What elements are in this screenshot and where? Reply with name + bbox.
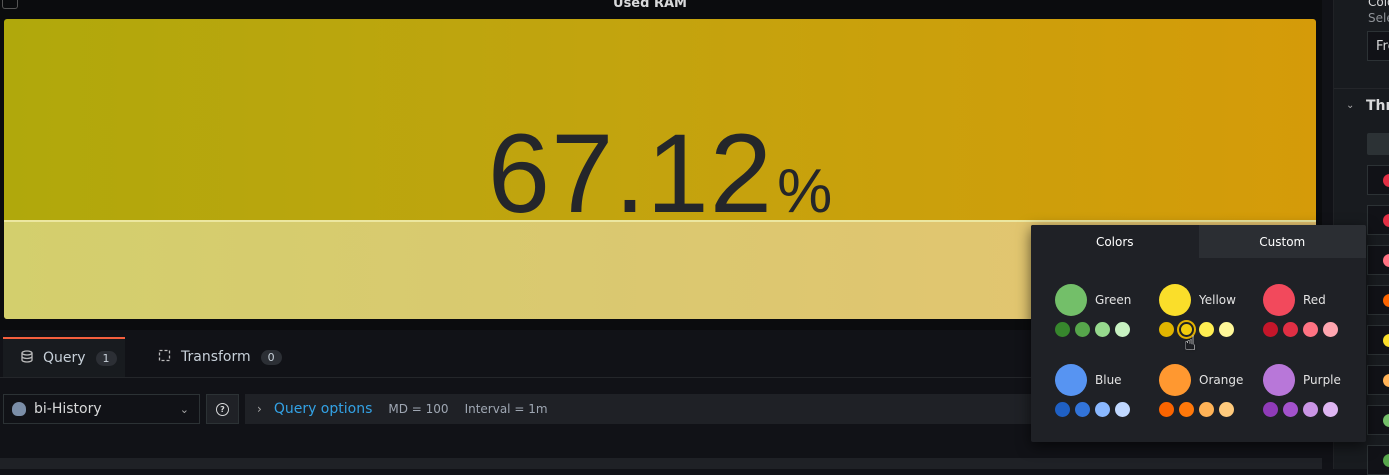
threshold-row[interactable] [1367,445,1389,475]
color-mode-select[interactable]: Fre [1367,31,1389,61]
tab-transform-count: 0 [260,349,282,365]
stat-value: 67.12% [4,109,1316,238]
threshold-row[interactable] [1367,205,1389,235]
color-picker-popover: Colors Custom Green Yellow Red Blue Orange Pu… [1031,225,1366,442]
color-shade-swatch[interactable] [1159,402,1174,417]
database-icon [21,349,33,367]
threshold-row[interactable] [1367,365,1389,395]
color-group-green: Green [1055,284,1165,344]
color-shade-swatch[interactable] [1095,402,1110,417]
color-shade-swatch[interactable] [1055,402,1070,417]
question-icon: ? [216,402,229,416]
color-shade-swatch[interactable] [1199,322,1214,337]
tab-colors[interactable]: Colors [1031,225,1199,258]
color-shade-swatch[interactable] [1303,322,1318,337]
threshold-color-swatch[interactable] [1383,414,1389,427]
tab-transform-label: Transform [181,349,251,365]
color-shade-swatch[interactable] [1323,402,1338,417]
tab-query-label: Query [43,350,86,366]
query-options-md: MD = 100 [388,402,449,416]
query-options-label: Query options [273,401,373,417]
threshold-row[interactable] [1367,285,1389,315]
query-editor-header [0,458,1322,469]
color-swatch-green[interactable] [1055,284,1087,316]
datasource-name: bi-History [34,401,102,417]
color-mode-label: Colo [1368,0,1389,9]
color-shade-swatch[interactable] [1303,402,1318,417]
threshold-color-swatch[interactable] [1383,174,1389,187]
tab-transform[interactable]: Transform 0 [158,337,282,377]
color-name-label: Yellow [1199,293,1236,307]
color-shade-swatch[interactable] [1323,322,1338,337]
stat-number: 67.12 [487,111,774,236]
chevron-down-icon: ⌄ [179,402,189,416]
transform-icon [158,349,171,366]
color-name-label: Red [1303,293,1326,307]
color-shade-swatch[interactable] [1219,322,1234,337]
color-shade-swatch[interactable] [1115,322,1130,337]
help-button[interactable]: ? [206,394,239,424]
threshold-color-swatch[interactable] [1383,374,1389,387]
color-shade-swatch[interactable] [1263,402,1278,417]
thresholds-divider [1334,88,1389,89]
chevron-down-icon[interactable]: ⌄ [1346,100,1354,111]
chevron-right-icon: › [257,402,262,416]
color-group-red: Red [1263,284,1366,344]
threshold-row[interactable] [1367,165,1389,195]
color-shade-swatch[interactable] [1283,402,1298,417]
color-name-label: Blue [1095,373,1122,387]
color-shade-swatch[interactable] [1199,402,1214,417]
color-shade-swatch[interactable] [1075,402,1090,417]
color-swatch-orange[interactable] [1159,364,1191,396]
threshold-row[interactable] [1367,405,1389,435]
stat-unit: % [777,157,833,226]
color-group-blue: Blue [1055,364,1165,424]
thresholds-title[interactable]: Thre [1366,98,1389,114]
tab-query[interactable]: Query 1 [3,337,125,377]
color-name-label: Green [1095,293,1132,307]
color-shade-swatch[interactable] [1159,322,1174,337]
color-group-yellow: Yellow [1159,284,1269,344]
threshold-color-swatch[interactable] [1383,294,1389,307]
color-shade-swatch[interactable] [1115,402,1130,417]
color-mode-desc: Sele [1368,11,1389,25]
color-swatch-yellow[interactable] [1159,284,1191,316]
color-shade-swatch[interactable] [1219,402,1234,417]
threshold-row[interactable] [1367,325,1389,355]
color-shade-swatch[interactable] [1263,322,1278,337]
postgres-icon [12,402,26,416]
color-shade-swatch[interactable] [1283,322,1298,337]
color-picker-tabs: Colors Custom [1031,225,1366,258]
query-options-interval: Interval = 1m [464,402,548,416]
threshold-color-swatch[interactable] [1383,254,1389,267]
threshold-color-swatch[interactable] [1383,454,1389,467]
add-threshold-button[interactable] [1367,133,1389,155]
color-shade-swatch[interactable] [1095,322,1110,337]
threshold-color-swatch[interactable] [1383,214,1389,227]
color-swatch-blue[interactable] [1055,364,1087,396]
color-group-purple: Purple [1263,364,1366,424]
datasource-select[interactable]: bi-History ⌄ [3,394,200,424]
color-name-label: Orange [1199,373,1244,387]
tab-query-count: 1 [95,350,117,366]
color-shade-swatch[interactable] [1179,402,1194,417]
threshold-row[interactable] [1367,245,1389,275]
color-shade-swatch[interactable] [1075,322,1090,337]
color-shade-swatch[interactable] [1055,322,1070,337]
color-group-orange: Orange [1159,364,1269,424]
threshold-color-swatch[interactable] [1383,334,1389,347]
tab-custom[interactable]: Custom [1198,225,1366,258]
color-swatch-red[interactable] [1263,284,1295,316]
mouse-pointer-icon: ☝ [1184,331,1197,355]
panel-title: Used RAM [613,0,687,11]
color-swatch-purple[interactable] [1263,364,1295,396]
color-name-label: Purple [1303,373,1341,387]
